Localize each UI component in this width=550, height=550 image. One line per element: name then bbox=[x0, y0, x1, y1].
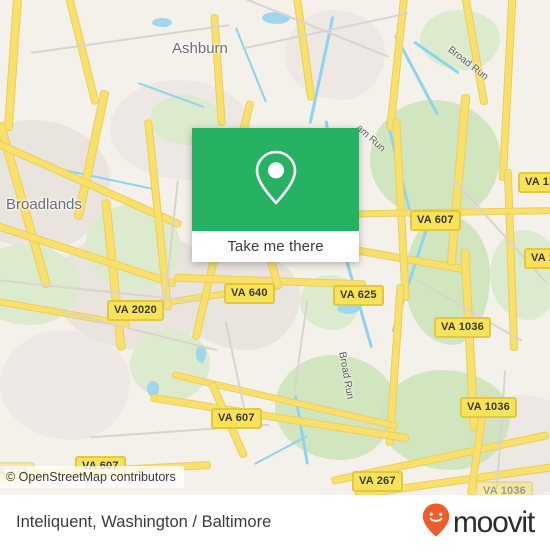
location-title: Inteliquent, Washington / Baltimore bbox=[16, 513, 272, 531]
moovit-wordmark: moovit bbox=[452, 505, 535, 539]
map-screenshot: Ashburn Broadlands Broad Run Broad Run a… bbox=[0, 0, 550, 550]
map-place-label: Broadlands bbox=[6, 196, 82, 213]
take-me-there-label: Take me there bbox=[227, 238, 324, 255]
popup-card-action[interactable]: Take me there bbox=[192, 231, 359, 262]
map-pin-icon bbox=[253, 148, 299, 211]
map-area-park bbox=[130, 330, 210, 400]
map-road-shield[interactable]: VA 607 bbox=[410, 210, 461, 231]
map-road-shield[interactable]: VA 15 bbox=[524, 248, 550, 269]
map-place-label: Ashburn bbox=[172, 40, 228, 57]
map-road-shield[interactable]: VA 1036 bbox=[434, 317, 491, 338]
map-road-shield[interactable]: VA 267 bbox=[352, 471, 403, 492]
map-road-shield[interactable]: VA 1036 bbox=[460, 397, 517, 418]
map-road-shield[interactable]: VA 179 bbox=[518, 172, 550, 193]
footer-bar: Inteliquent, Washington / Baltimore moov… bbox=[0, 495, 550, 550]
moovit-logo[interactable]: moovit bbox=[421, 502, 535, 543]
osm-attribution[interactable]: © OpenStreetMap contributors bbox=[0, 466, 184, 488]
take-me-there-popup-card[interactable]: Take me there bbox=[192, 128, 359, 262]
map-road-shield[interactable]: VA 625 bbox=[333, 285, 384, 306]
map-road-shield[interactable]: VA 607 bbox=[211, 408, 262, 429]
map-road-shield[interactable]: VA 1036 bbox=[476, 481, 533, 495]
popup-card-header bbox=[192, 128, 359, 231]
map-road-shield[interactable]: VA 640 bbox=[224, 283, 275, 304]
moovit-pin-smiley-icon bbox=[421, 502, 451, 543]
map-water-body bbox=[152, 18, 172, 27]
map-road-shield[interactable]: VA 2020 bbox=[107, 300, 164, 321]
